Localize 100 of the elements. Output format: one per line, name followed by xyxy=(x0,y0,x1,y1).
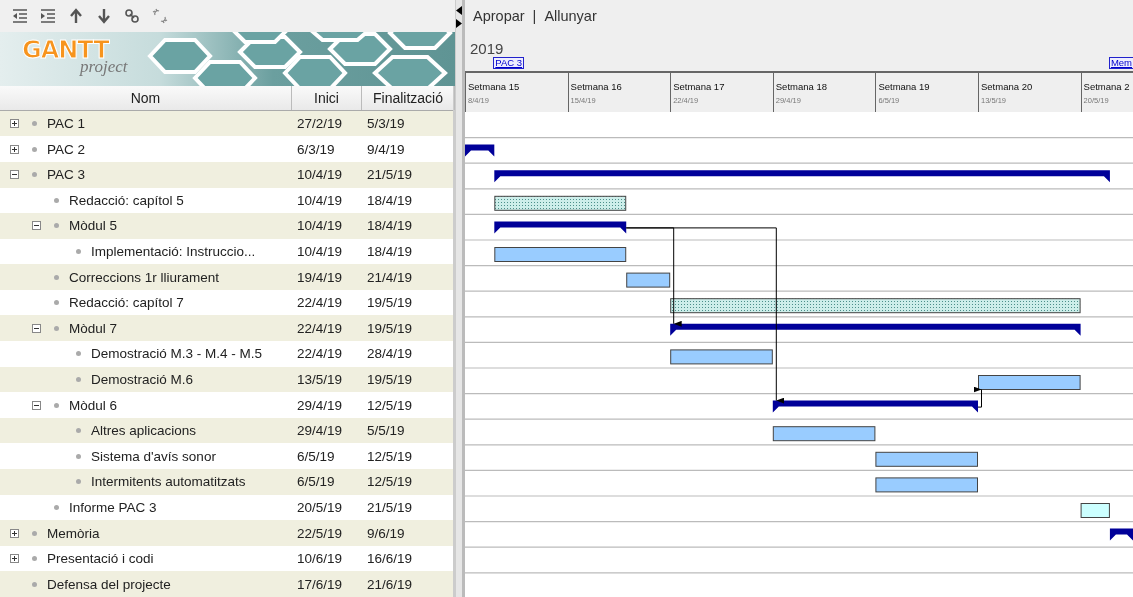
end-date: 18/4/19 xyxy=(366,244,414,259)
indent-icon[interactable] xyxy=(40,7,56,24)
task-bar[interactable] xyxy=(1080,503,1110,518)
task-name[interactable]: Altres aplicacions xyxy=(91,423,197,439)
task-name[interactable]: PAC 3 xyxy=(47,167,85,183)
summary-bar[interactable] xyxy=(494,170,1110,183)
left-arrow-icon[interactable] xyxy=(456,6,462,15)
timeline-marker[interactable]: Mem xyxy=(1108,57,1133,69)
start-date: 19/4/19 xyxy=(296,269,344,285)
summary-bar[interactable] xyxy=(1109,528,1133,541)
week-label: Setmana 19 xyxy=(878,81,931,92)
task-bar[interactable] xyxy=(494,195,627,211)
start-date: 27/2/19 xyxy=(296,116,344,131)
separator: | xyxy=(532,8,537,24)
end-date: 19/5/19 xyxy=(366,320,414,336)
task-name[interactable]: Demostració M.3 - M.4 - M.5 xyxy=(91,346,263,362)
right-arrow-icon[interactable] xyxy=(456,19,462,28)
timeline-marker[interactable]: PAC 3 xyxy=(493,57,525,69)
zoom-in-link[interactable]: Apropar xyxy=(473,8,525,24)
start-date: 10/4/19 xyxy=(296,167,344,183)
task-name[interactable]: Mòdul 5 xyxy=(69,218,118,234)
bullet-icon xyxy=(54,300,59,306)
start-date: 29/4/19 xyxy=(296,423,344,439)
down-arrow-icon[interactable] xyxy=(96,7,112,24)
link-icon[interactable] xyxy=(124,7,140,24)
summary-bar[interactable] xyxy=(465,144,495,157)
task-name[interactable]: Informe PAC 3 xyxy=(69,499,157,515)
bullet-icon xyxy=(32,530,37,536)
task-name[interactable]: Mòdul 7 xyxy=(69,320,118,336)
task-name[interactable]: Demostració M.6 xyxy=(91,371,194,387)
summary-bar[interactable] xyxy=(772,400,978,413)
bullet-icon xyxy=(32,556,37,562)
bullet-icon xyxy=(76,376,81,382)
task-name[interactable]: Redacció: capítol 7 xyxy=(69,295,184,311)
summary-bar[interactable] xyxy=(670,323,1081,336)
task-bar[interactable] xyxy=(494,247,627,262)
start-date: 10/4/19 xyxy=(296,218,344,234)
collapse-icon[interactable] xyxy=(32,400,41,410)
end-date: 28/4/19 xyxy=(366,346,414,362)
end-date: 18/4/19 xyxy=(366,218,414,234)
expand-icon[interactable] xyxy=(10,528,19,538)
week-label: Setmana 2 xyxy=(1083,81,1131,92)
column-header[interactable]: Nom xyxy=(0,85,292,110)
up-arrow-icon[interactable] xyxy=(68,7,84,24)
year-label: 2019 xyxy=(470,40,504,57)
collapse-icon[interactable] xyxy=(10,170,19,180)
task-name[interactable]: PAC 1 xyxy=(47,116,85,131)
bullet-icon xyxy=(76,351,81,357)
dependency-arrow xyxy=(973,386,982,408)
task-bar[interactable] xyxy=(626,272,671,288)
collapse-icon[interactable] xyxy=(32,221,41,231)
week-label: Setmana 20 xyxy=(980,81,1034,92)
bullet-icon xyxy=(54,325,59,331)
start-date: 22/4/19 xyxy=(296,346,344,362)
end-date: 21/4/19 xyxy=(366,269,414,285)
end-date: 18/4/19 xyxy=(366,192,414,208)
start-date: 6/5/19 xyxy=(296,448,336,464)
bullet-icon xyxy=(32,172,37,178)
start-date: 10/6/19 xyxy=(296,551,344,567)
task-name[interactable]: Implementació: Instruccio... xyxy=(91,244,256,259)
task-bar[interactable] xyxy=(670,298,1081,314)
task-name[interactable]: Intermitents automatitzats xyxy=(91,474,246,490)
task-name[interactable]: Mòdul 6 xyxy=(69,397,118,413)
task-bar[interactable] xyxy=(875,451,978,467)
task-bar[interactable] xyxy=(772,426,876,442)
task-name[interactable]: Presentació i codi xyxy=(47,551,154,567)
end-date: 9/6/19 xyxy=(366,525,406,541)
expand-icon[interactable] xyxy=(10,119,19,128)
end-date: 12/5/19 xyxy=(366,474,414,490)
start-date: 13/5/19 xyxy=(296,371,344,387)
expand-icon[interactable] xyxy=(10,144,19,154)
task-bar[interactable] xyxy=(978,375,1081,390)
bullet-icon xyxy=(76,249,81,254)
bullet-icon xyxy=(76,428,81,434)
task-name[interactable]: Memòria xyxy=(47,525,100,541)
end-date: 21/6/19 xyxy=(366,576,414,592)
bullet-icon xyxy=(76,479,81,485)
task-name[interactable]: Sistema d'avís sonor xyxy=(91,448,216,464)
expand-icon[interactable] xyxy=(10,554,19,564)
task-name[interactable]: Defensa del projecte xyxy=(47,576,171,592)
start-date: 22/4/19 xyxy=(296,320,344,336)
collapse-icon[interactable] xyxy=(32,323,41,333)
end-date: 21/5/19 xyxy=(366,167,414,183)
zoom-out-link[interactable]: Allunyar xyxy=(544,8,597,24)
task-name[interactable]: Correccions 1r lliurament xyxy=(69,269,220,285)
outdent-icon[interactable] xyxy=(12,7,28,24)
bullet-icon xyxy=(32,121,37,126)
task-name[interactable]: Redacció: capítol 5 xyxy=(69,192,184,208)
logo-title: GANTT xyxy=(22,35,109,64)
bullet-icon xyxy=(54,274,59,280)
task-name[interactable]: PAC 2 xyxy=(47,141,85,157)
unlink-icon[interactable] xyxy=(152,7,168,24)
end-date: 5/3/19 xyxy=(366,116,406,131)
week-label: Setmana 15 xyxy=(468,81,521,92)
start-date: 17/6/19 xyxy=(296,576,344,592)
column-header[interactable]: Inici xyxy=(292,85,362,110)
summary-bar[interactable] xyxy=(494,221,627,234)
end-date: 19/5/19 xyxy=(366,371,414,387)
bullet-icon xyxy=(54,504,59,510)
start-date: 20/5/19 xyxy=(296,499,344,515)
